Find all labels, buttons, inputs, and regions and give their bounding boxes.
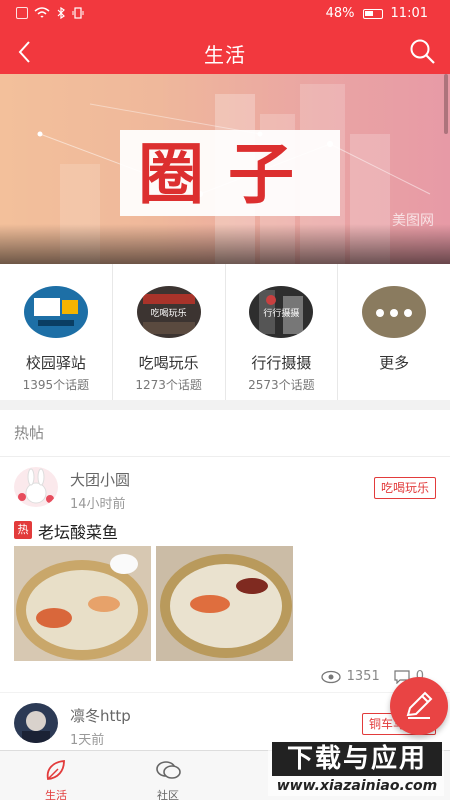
sim-icon bbox=[16, 7, 28, 19]
status-icons-right: 48% 11:01 bbox=[326, 6, 428, 21]
category-campus[interactable]: 校园驿站 1395个话题 bbox=[0, 264, 113, 400]
chat-bubbles-icon bbox=[156, 761, 181, 779]
banner-shade bbox=[0, 224, 450, 264]
post-image[interactable] bbox=[14, 546, 151, 661]
vibrate-icon bbox=[72, 7, 84, 19]
site-watermark: 下载与应用 www.xiazainiao.com bbox=[268, 740, 444, 796]
category-count: 1273个话题 bbox=[135, 378, 202, 392]
battery-percent: 48% bbox=[325, 6, 355, 21]
post-time: 1天前 bbox=[70, 733, 105, 748]
category-label: 校园驿站 bbox=[25, 354, 86, 372]
eye-icon bbox=[320, 670, 341, 683]
food-overlay-text: 吃喝玩乐 bbox=[150, 309, 187, 319]
view-count: 1351 bbox=[346, 669, 380, 684]
category-food[interactable]: 吃喝玩乐 吃喝玩乐 1273个话题 bbox=[113, 264, 226, 400]
category-photo[interactable]: 行行摄摄 行行摄摄 2573个话题 bbox=[226, 264, 339, 400]
category-count: 2573个话题 bbox=[248, 378, 315, 392]
nav-life[interactable]: 生活 bbox=[0, 751, 112, 800]
status-bar: 48% 11:01 bbox=[0, 0, 450, 30]
wifi-icon bbox=[34, 7, 50, 18]
section-title: 热帖 bbox=[0, 410, 450, 456]
app-header: 生活 bbox=[0, 30, 450, 74]
status-icons-left bbox=[16, 7, 84, 19]
campus-image-icon bbox=[23, 286, 88, 338]
category-label: 吃喝玩乐 bbox=[138, 354, 199, 372]
edit-pencil-icon bbox=[406, 691, 433, 719]
banner-title: 圈子 bbox=[138, 135, 318, 213]
post-title[interactable]: 老坛酸菜鱼 bbox=[38, 519, 118, 543]
more-dots-icon bbox=[362, 286, 427, 338]
avatar[interactable] bbox=[14, 467, 58, 507]
bluetooth-icon bbox=[57, 7, 65, 19]
scrollbar[interactable] bbox=[444, 74, 448, 134]
watermark-url: www.xiazainiao.com bbox=[276, 778, 438, 794]
search-icon bbox=[410, 39, 435, 64]
category-label: 更多 bbox=[379, 354, 410, 372]
post-card[interactable]: 大团小圆 14小时前 吃喝玩乐 热 老坛酸菜鱼 1351 0 bbox=[0, 456, 450, 692]
page-title: 生活 bbox=[204, 43, 246, 67]
post-tag[interactable]: 吃喝玩乐 bbox=[373, 477, 436, 499]
post-author[interactable]: 大团小圆 bbox=[70, 469, 130, 490]
battery-icon bbox=[362, 8, 383, 19]
post-time: 14小时前 bbox=[70, 497, 126, 512]
watermark-logo: 下载与应用 bbox=[272, 742, 442, 776]
nav-label: 社区 bbox=[157, 789, 179, 800]
nav-label: 生活 bbox=[45, 789, 67, 800]
category-count: 1395个话题 bbox=[22, 378, 90, 392]
photo-overlay-text: 行行摄摄 bbox=[263, 309, 300, 319]
category-label: 行行摄摄 bbox=[251, 354, 312, 372]
category-grid: 校园驿站 1395个话题 吃喝玩乐 吃喝玩乐 1273个话题 行行摄摄 行行摄摄… bbox=[0, 264, 450, 400]
compose-button[interactable] bbox=[390, 677, 448, 735]
search-button[interactable] bbox=[408, 37, 438, 67]
photo-image-icon: 行行摄摄 bbox=[249, 286, 314, 338]
leaf-icon bbox=[46, 760, 65, 780]
hot-badge: 热 bbox=[14, 521, 32, 539]
post-image[interactable] bbox=[156, 546, 293, 661]
category-more[interactable]: 更多 bbox=[338, 264, 450, 400]
clock: 11:01 bbox=[390, 6, 428, 21]
food-image-icon: 吃喝玩乐 bbox=[136, 286, 201, 338]
avatar[interactable] bbox=[14, 703, 58, 743]
nav-community[interactable]: 社区 bbox=[112, 751, 224, 800]
banner-carousel[interactable]: 圈子 美图网 bbox=[0, 74, 450, 264]
post-author[interactable]: 凛冬http bbox=[70, 705, 131, 726]
screen: 48% 11:01 生活 圈子 美图网 校园驿站 1395个话题 吃喝玩乐 吃喝… bbox=[0, 0, 450, 800]
